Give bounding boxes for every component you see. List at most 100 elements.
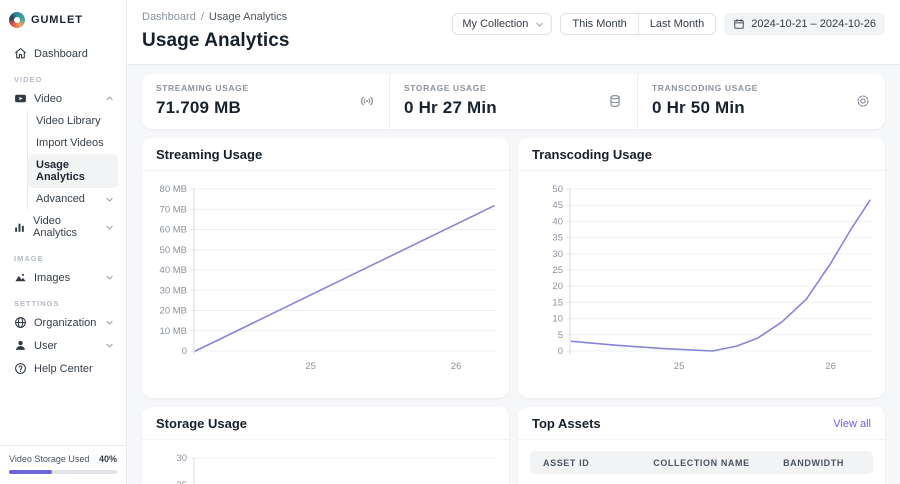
stat-value: 71.709 MB bbox=[156, 98, 241, 117]
sidebar-item-label: Images bbox=[34, 271, 71, 284]
svg-text:35: 35 bbox=[552, 233, 563, 244]
sidebar-item-label: Organization bbox=[34, 316, 97, 329]
chevron-down-icon bbox=[535, 20, 544, 29]
sidebar-item-images[interactable]: Images bbox=[8, 266, 118, 289]
svg-text:5: 5 bbox=[558, 330, 563, 341]
transcoding-usage-title: Transcoding Usage bbox=[532, 147, 652, 162]
last-month-button[interactable]: Last Month bbox=[637, 14, 716, 34]
stat-storage-usage: STORAGE USAGE 0 Hr 27 Min bbox=[389, 74, 637, 129]
streaming-usage-title: Streaming Usage bbox=[156, 147, 263, 162]
charts-row: Streaming Usage 80 MB 70 MB 60 MB 50 MB 40 M… bbox=[142, 138, 885, 398]
top-assets-table-header: ASSET ID COLLECTION NAME BANDWIDTH bbox=[530, 451, 873, 474]
stat-label: STORAGE USAGE bbox=[404, 83, 487, 93]
column-header-asset-id: ASSET ID bbox=[543, 457, 590, 468]
collection-select[interactable]: My Collection bbox=[452, 13, 553, 35]
svg-text:25: 25 bbox=[552, 265, 563, 276]
svg-text:26: 26 bbox=[825, 361, 836, 372]
breadcrumb-separator: / bbox=[200, 11, 204, 23]
gumlet-logo-icon bbox=[9, 12, 25, 28]
brand-name: GUMLET bbox=[31, 14, 83, 26]
sidebar-item-label: Usage Analytics bbox=[36, 159, 85, 183]
chart-svg: 80 MB 70 MB 60 MB 50 MB 40 MB 30 MB 20 MB 10 MB… bbox=[160, 184, 497, 372]
svg-text:40 MB: 40 MB bbox=[160, 265, 187, 276]
sidebar-item-label: Import Videos bbox=[36, 137, 104, 149]
storage-meter-track bbox=[9, 470, 117, 474]
svg-text:0: 0 bbox=[558, 346, 563, 357]
sidebar-item-video-analytics[interactable]: Video Analytics bbox=[8, 210, 118, 244]
breadcrumb-current: Usage Analytics bbox=[208, 11, 288, 23]
svg-text:26: 26 bbox=[451, 361, 462, 372]
svg-text:70 MB: 70 MB bbox=[160, 204, 187, 215]
bar-chart-icon bbox=[13, 221, 26, 234]
svg-text:50: 50 bbox=[552, 184, 563, 195]
breadcrumb: Dashboard / Usage Analytics bbox=[142, 11, 290, 23]
storage-usage-chart: 3025201510502526 bbox=[142, 440, 509, 484]
video-icon bbox=[13, 92, 27, 105]
svg-text:25: 25 bbox=[176, 480, 187, 484]
svg-text:15: 15 bbox=[552, 297, 563, 308]
header-left: Dashboard / Usage Analytics Usage Analyt… bbox=[142, 11, 290, 52]
brand-logo[interactable]: GUMLET bbox=[0, 0, 126, 36]
stat-value: 0 Hr 27 Min bbox=[404, 98, 497, 117]
sidebar-nav: Dashboard VIDEO Video Video Library Import V… bbox=[0, 36, 126, 445]
storage-meter-fill bbox=[9, 470, 53, 474]
storage-usage-title: Storage Usage bbox=[156, 416, 248, 431]
usage-stats-card: STREAMING USAGE 71.709 MB STORAGE USAGE 0 H… bbox=[142, 74, 885, 129]
transcoding-usage-chart: 50 45 40 35 30 25 20 15 10 5 0 25 26 bbox=[518, 171, 885, 396]
svg-text:80 MB: 80 MB bbox=[160, 184, 187, 195]
period-button-group: This Month Last Month bbox=[560, 13, 717, 35]
svg-text:10: 10 bbox=[552, 314, 563, 325]
sidebar-item-import-videos[interactable]: Import Videos bbox=[28, 132, 118, 154]
sidebar-item-help-center[interactable]: Help Center bbox=[8, 357, 118, 380]
bottom-row: Storage Usage 3025201510502526 Top Asset… bbox=[142, 407, 885, 484]
svg-text:0: 0 bbox=[182, 346, 187, 357]
streaming-usage-card: Streaming Usage 80 MB 70 MB 60 MB 50 MB 40 M… bbox=[142, 138, 509, 398]
sidebar-children: Video Library Import Videos Usage Analytic… bbox=[27, 110, 118, 210]
chart-svg: 3025201510502526 bbox=[176, 453, 497, 484]
chart-svg: 5045403530252015105025 26 bbox=[552, 184, 873, 372]
chevron-up-icon bbox=[105, 94, 114, 103]
stat-label: STREAMING USAGE bbox=[156, 83, 249, 93]
svg-text:25: 25 bbox=[674, 361, 685, 372]
sidebar-item-usage-analytics[interactable]: Usage Analytics bbox=[28, 154, 118, 188]
sidebar-item-advanced[interactable]: Advanced bbox=[28, 188, 118, 210]
sidebar-item-dashboard[interactable]: Dashboard bbox=[8, 42, 118, 65]
svg-text:50 MB: 50 MB bbox=[160, 245, 187, 256]
main-area: Dashboard / Usage Analytics Usage Analyt… bbox=[127, 0, 900, 484]
date-range-value: 2024-10-21 – 2024-10-26 bbox=[751, 18, 876, 30]
section-label-settings: SETTINGS bbox=[14, 299, 60, 308]
page-title: Usage Analytics bbox=[142, 30, 290, 51]
storage-meter-value: 40% bbox=[98, 454, 117, 464]
view-all-link[interactable]: View all bbox=[833, 418, 871, 430]
storage-meter: Video Storage Used 40% bbox=[0, 445, 126, 484]
gear-icon bbox=[856, 94, 870, 108]
sidebar-item-user[interactable]: User bbox=[8, 334, 118, 357]
sidebar-item-organization[interactable]: Organization bbox=[8, 311, 118, 334]
sidebar: GUMLET Dashboard VIDEO Video Video Library I… bbox=[0, 0, 127, 484]
sidebar-item-label: Video Library bbox=[36, 115, 101, 127]
stat-label: TRANSCODING USAGE bbox=[652, 83, 759, 93]
broadcast-icon bbox=[360, 94, 374, 108]
globe-icon bbox=[13, 316, 27, 329]
sidebar-item-label: Video bbox=[34, 92, 62, 105]
sidebar-item-label: Dashboard bbox=[34, 47, 88, 60]
collection-select-value: My Collection bbox=[462, 18, 529, 30]
sidebar-item-label: Video Analytics bbox=[33, 215, 78, 239]
this-month-button[interactable]: This Month bbox=[561, 14, 638, 34]
top-assets-title: Top Assets bbox=[532, 416, 601, 431]
sidebar-item-video[interactable]: Video bbox=[8, 87, 118, 110]
sidebar-item-label: Advanced bbox=[36, 193, 85, 205]
page-header: Dashboard / Usage Analytics Usage Analyt… bbox=[127, 0, 900, 65]
chevron-down-icon bbox=[105, 341, 114, 350]
home-icon bbox=[13, 47, 27, 60]
breadcrumb-dashboard[interactable]: Dashboard bbox=[142, 11, 196, 23]
chevron-down-icon bbox=[105, 273, 114, 282]
sidebar-item-video-library[interactable]: Video Library bbox=[28, 110, 118, 132]
date-range-picker[interactable]: 2024-10-21 – 2024-10-26 bbox=[724, 13, 885, 35]
svg-text:30: 30 bbox=[552, 249, 563, 260]
calendar-icon bbox=[733, 18, 745, 30]
svg-text:30: 30 bbox=[176, 453, 187, 464]
streaming-usage-chart: 80 MB 70 MB 60 MB 50 MB 40 MB 30 MB 20 MB 10 MB… bbox=[142, 171, 509, 396]
stat-streaming-usage: STREAMING USAGE 71.709 MB bbox=[142, 74, 389, 129]
svg-text:10 MB: 10 MB bbox=[160, 326, 187, 337]
